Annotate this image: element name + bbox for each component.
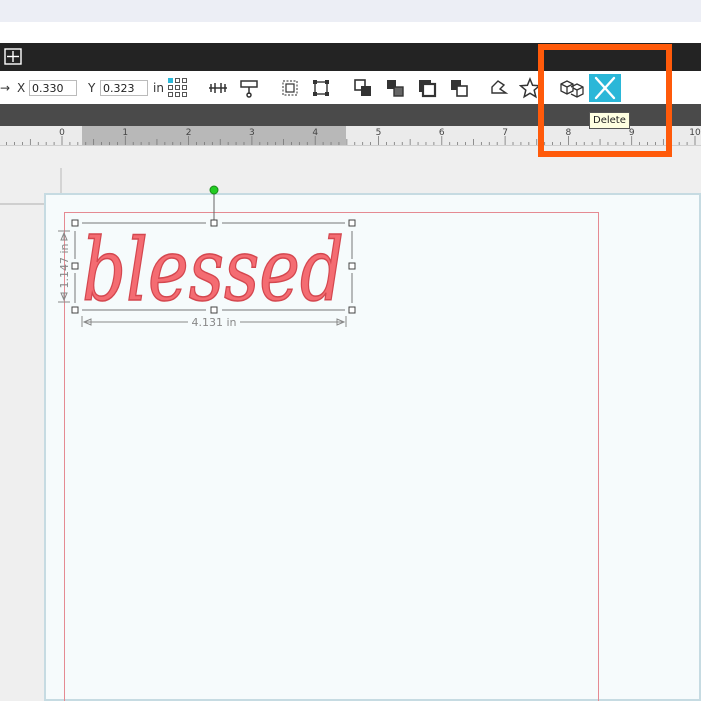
resize-handle-top-left[interactable] [71,219,79,227]
resize-handle-left[interactable] [71,262,79,270]
height-dimension-label: 1.147 in [58,243,71,288]
blessed-design-text[interactable]: blessed [81,220,345,322]
resize-handle-bottom-right[interactable] [348,306,356,314]
resize-handle-bottom-left[interactable] [71,306,79,314]
resize-handle-top-right[interactable] [348,219,356,227]
delete-highlight-box [538,44,672,157]
rotate-handle[interactable] [209,185,219,195]
resize-handle-right[interactable] [348,262,356,270]
